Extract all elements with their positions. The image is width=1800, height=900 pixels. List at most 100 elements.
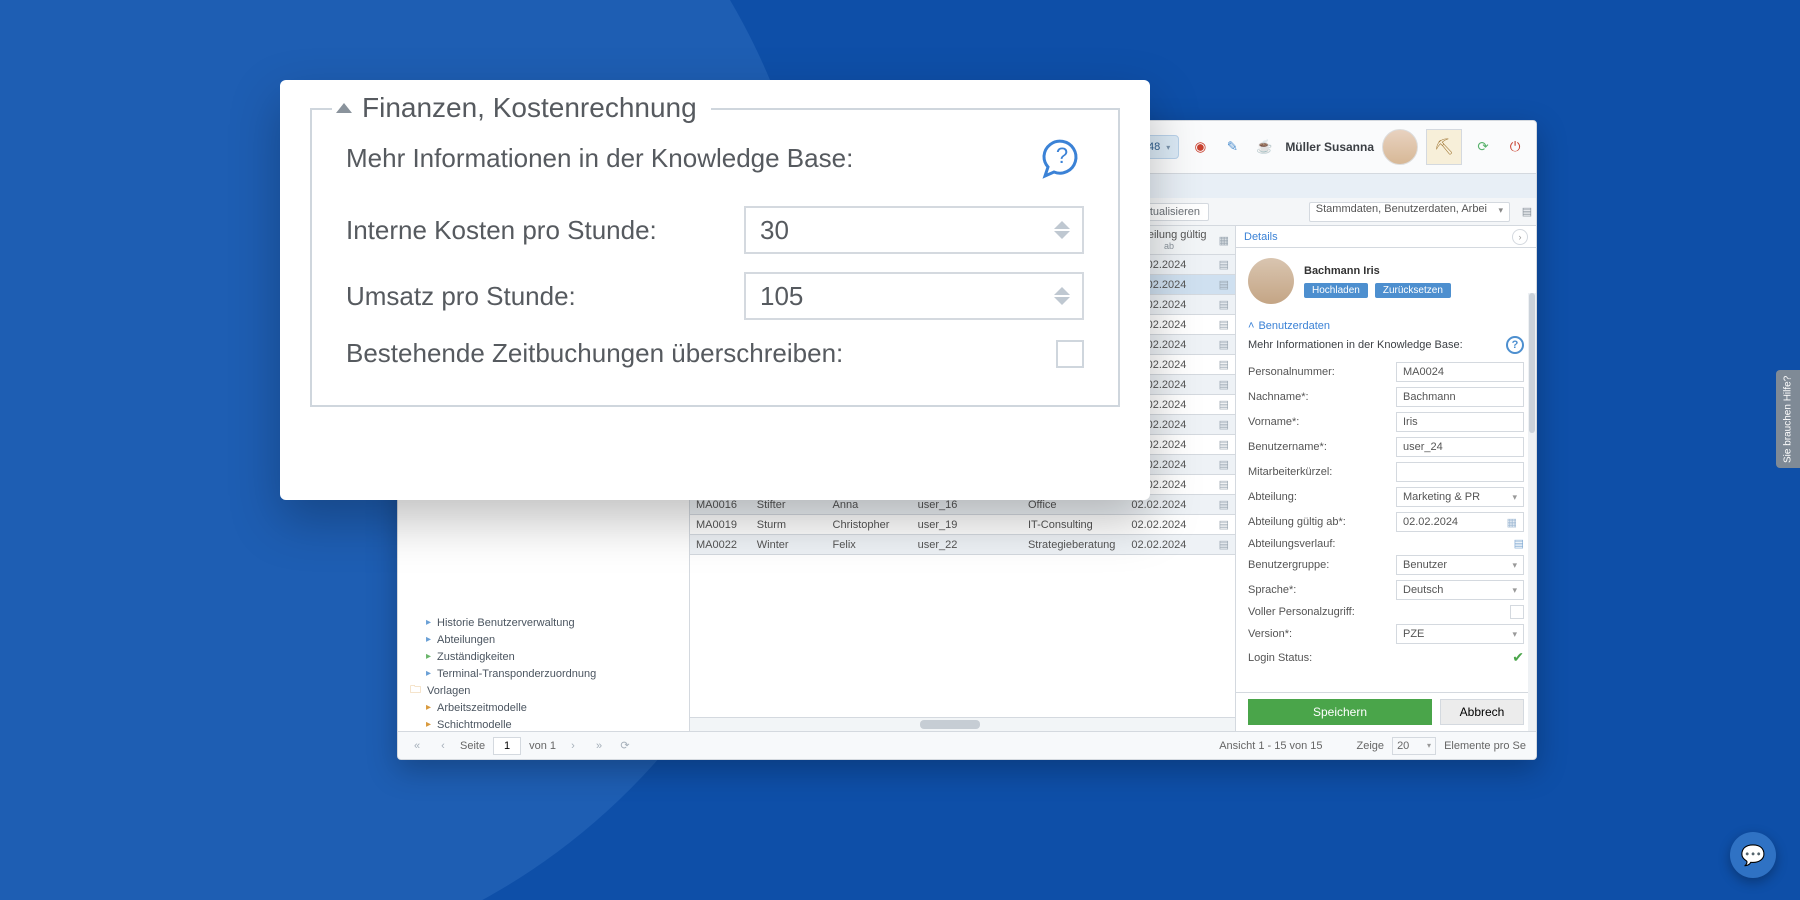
row-menu-icon[interactable]: ▤ [1219,379,1229,391]
stop-record-icon[interactable]: ◉ [1189,136,1211,158]
calendar-icon[interactable]: ▦ [1219,235,1229,247]
nachname-input[interactable]: Bachmann [1396,387,1524,407]
overwrite-label: Bestehende Zeitbuchungen überschreiben: [346,338,843,369]
row-menu-icon[interactable]: ▤ [1219,499,1229,511]
row-menu-icon[interactable]: ▤ [1219,439,1229,451]
status-ok-icon: ✔ [1512,649,1524,666]
save-bar: Speichern Abbrech [1236,692,1536,731]
refresh-icon[interactable]: ⟳ [1472,136,1494,158]
chat-button[interactable]: 💬 [1730,832,1776,878]
spin-down-icon[interactable] [1054,297,1070,305]
tree-label: Schichtmodelle [437,719,512,731]
view-select[interactable]: Stammdaten, Benutzerdaten, Arbei [1309,202,1510,222]
sprache-select[interactable]: Deutsch [1396,580,1524,600]
finance-legend[interactable]: Finanzen, Kostenrechnung [332,92,711,124]
columns-icon[interactable]: ▤ [1518,203,1536,221]
coffee-icon[interactable]: ☕ [1253,136,1275,158]
benutzergruppe-select[interactable]: Benutzer [1396,555,1524,575]
row-menu-icon[interactable]: ▤ [1219,459,1229,471]
person-block: Bachmann Iris Hochladen Zurücksetzen [1236,248,1536,314]
details-header: Details › [1236,226,1536,248]
row-menu-icon[interactable]: ▤ [1219,339,1229,351]
revenue-stepper[interactable] [744,272,1084,320]
reload-icon[interactable]: ⟳ [616,737,634,755]
personalzugriff-checkbox[interactable] [1510,605,1524,619]
abteilung-ab-date[interactable]: 02.02.2024 [1396,512,1524,532]
personalnummer-input[interactable]: MA0024 [1396,362,1524,382]
row-menu-icon[interactable]: ▤ [1219,359,1229,371]
grid-hscroll[interactable] [690,717,1235,731]
spin-up-icon[interactable] [1054,221,1070,229]
row-menu-icon[interactable]: ▤ [1219,319,1229,331]
page-input[interactable] [493,737,521,755]
chevron-down-icon: ▾ [1166,143,1170,152]
history-icon[interactable]: ▤ [1514,537,1524,550]
save-button[interactable]: Speichern [1248,699,1432,725]
details-panel: Details › Bachmann Iris Hochladen Zurück… [1236,226,1536,731]
next-page-icon[interactable]: › [564,737,582,755]
row-menu-icon[interactable]: ▤ [1219,279,1229,291]
chevron-up-icon: ˄ [1248,320,1254,332]
tree-node[interactable]: ▸Historie Benutzerverwaltung [404,614,683,631]
section-title[interactable]: ˄Benutzerdaten [1248,320,1524,332]
tree-label: Arbeitszeitmodelle [437,702,527,714]
kuerzel-input[interactable] [1396,462,1524,482]
finance-panel: Finanzen, Kostenrechnung Mehr Informatio… [280,80,1150,500]
spin-up-icon[interactable] [1054,287,1070,295]
leaf-icon: ▸ [426,634,431,645]
revenue-input[interactable] [758,280,958,313]
details-scrollbar[interactable] [1528,293,1536,731]
person-name: Bachmann Iris [1304,265,1455,277]
help-icon[interactable]: ? [1040,136,1084,180]
row-menu-icon[interactable]: ▤ [1219,519,1229,531]
tree-node[interactable]: ▸Terminal-Transponderzuordnung [404,665,683,682]
company-logo[interactable]: ⛏ [1426,129,1462,165]
row-menu-icon[interactable]: ▤ [1219,539,1229,551]
svg-text:?: ? [1056,143,1068,168]
table-row[interactable]: MA0019SturmChristopheruser_19IT-Consulti… [690,515,1235,535]
row-menu-icon[interactable]: ▤ [1219,259,1229,271]
row-menu-icon[interactable]: ▤ [1219,299,1229,311]
user-avatar[interactable] [1382,129,1418,165]
spin-down-icon[interactable] [1054,231,1070,239]
per-page-select[interactable]: 20▾ [1392,737,1436,755]
first-page-icon[interactable]: « [408,737,426,755]
internal-cost-input[interactable] [758,214,958,247]
cancel-button[interactable]: Abbrech [1440,699,1524,725]
table-row[interactable]: MA0022WinterFelixuser_22Strategieberatun… [690,535,1235,555]
tree-label: Abteilungen [437,634,495,646]
tree-node[interactable]: 🗀Vorlagen [404,682,683,699]
help-side-tab[interactable]: Sie brauchen Hilfe? [1776,370,1800,468]
kb-hint: Mehr Informationen in der Knowledge Base… [1248,339,1463,351]
tree-node[interactable]: ▸Schichtmodelle [404,716,683,731]
row-menu-icon[interactable]: ▤ [1219,419,1229,431]
userdata-section: ˄Benutzerdaten Mehr Informationen in der… [1236,314,1536,677]
vorname-input[interactable]: Iris [1396,412,1524,432]
leaf-icon: ▸ [426,702,431,713]
benutzername-input[interactable]: user_24 [1396,437,1524,457]
tree-node[interactable]: ▸Zuständigkeiten [404,648,683,665]
leaf-icon: ▸ [426,668,431,679]
help-icon[interactable]: ? [1506,336,1524,354]
user-block: Müller Susanna ⛏ [1285,129,1462,165]
internal-cost-stepper[interactable] [744,206,1084,254]
username: Müller Susanna [1285,140,1374,154]
tree-node[interactable]: ▸ Arbeitszeitmodelle [404,699,683,716]
edit-icon[interactable]: ✎ [1221,136,1243,158]
abteilung-select[interactable]: Marketing & PR [1396,487,1524,507]
reset-button[interactable]: Zurücksetzen [1375,283,1451,298]
row-menu-icon[interactable]: ▤ [1219,479,1229,491]
last-page-icon[interactable]: » [590,737,608,755]
upload-button[interactable]: Hochladen [1304,283,1368,298]
version-select[interactable]: PZE [1396,624,1524,644]
chevron-up-icon [336,103,352,113]
prev-page-icon[interactable]: ‹ [434,737,452,755]
internal-cost-label: Interne Kosten pro Stunde: [346,215,657,246]
power-icon[interactable]: ⏻ [1504,136,1526,158]
expand-icon[interactable]: › [1512,229,1528,245]
person-avatar [1248,258,1294,304]
tree-node[interactable]: ▸ Abteilungen [404,631,683,648]
chat-icon: 💬 [1741,843,1766,868]
overwrite-checkbox[interactable] [1056,340,1084,368]
row-menu-icon[interactable]: ▤ [1219,399,1229,411]
